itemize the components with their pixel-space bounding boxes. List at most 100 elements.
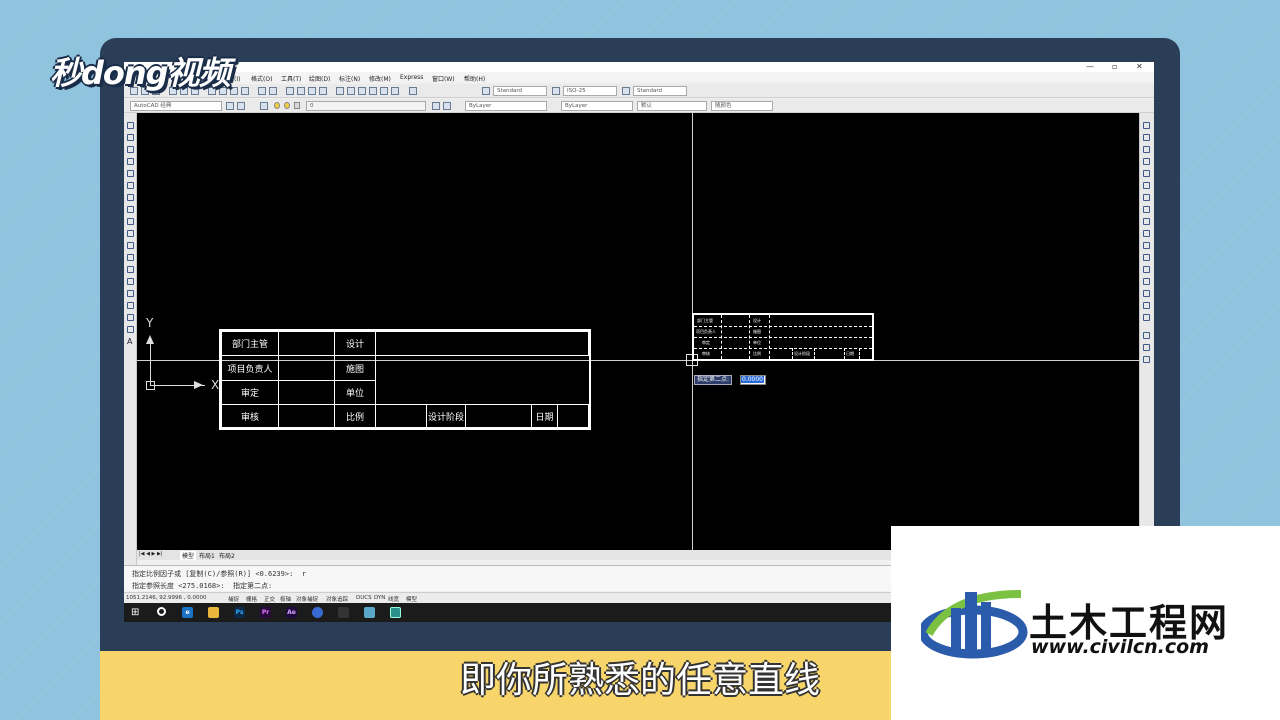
markup-icon[interactable] (380, 87, 388, 95)
drawing-canvas[interactable]: Y X 部门主管 设计 项目负责人 施图 审定 单位 审核 比例 设计阶段 日期 (137, 113, 1139, 550)
toggle-snap[interactable]: 捕捉 (228, 595, 239, 603)
toggle-ortho[interactable]: 正交 (264, 595, 275, 603)
help-icon[interactable] (409, 87, 417, 95)
polyline-icon[interactable] (127, 146, 134, 153)
dim-style-select[interactable]: ISO-25 (563, 86, 617, 96)
paste-icon[interactable] (230, 87, 238, 95)
design-center-icon[interactable] (347, 87, 355, 95)
point-icon[interactable] (127, 278, 134, 285)
lineweight-select[interactable]: 默认 (637, 101, 707, 111)
insert-block-icon[interactable] (127, 254, 134, 261)
circle-icon[interactable] (127, 194, 134, 201)
premiere-icon[interactable]: Pr (260, 607, 271, 618)
spline-icon[interactable] (127, 218, 134, 225)
make-current-layer-icon[interactable] (432, 102, 440, 110)
menu-dimension[interactable]: 标注(N) (339, 74, 360, 83)
layer-freeze-icon[interactable] (284, 102, 290, 109)
copy-object-icon[interactable] (1143, 134, 1150, 141)
extend-icon[interactable] (1143, 242, 1150, 249)
menu-draw[interactable]: 绘图(D) (309, 74, 330, 83)
file-explorer-icon[interactable] (208, 607, 219, 618)
tab-model[interactable]: 模型 (180, 551, 197, 560)
toggle-model[interactable]: 模型 (406, 595, 417, 603)
arc-icon[interactable] (127, 182, 134, 189)
break-icon[interactable] (1143, 266, 1150, 273)
tab-layout1[interactable]: 布局1 (199, 551, 215, 560)
dynamic-input-field[interactable]: 0.0000 (740, 375, 766, 385)
photoshop-icon[interactable]: Ps (234, 607, 245, 618)
scale-icon[interactable] (1143, 206, 1150, 213)
hatch-icon[interactable] (127, 290, 134, 297)
minimize-icon[interactable]: — (1086, 62, 1094, 72)
browser-icon[interactable] (312, 607, 323, 618)
close-icon[interactable]: ✕ (1136, 62, 1143, 72)
maximize-icon[interactable]: ▫ (1112, 62, 1117, 72)
make-block-icon[interactable] (127, 266, 134, 273)
properties-icon[interactable] (336, 87, 344, 95)
tab-layout2[interactable]: 布局2 (219, 551, 235, 560)
polygon-icon[interactable] (127, 158, 134, 165)
menu-express[interactable]: Express (400, 74, 423, 81)
join-icon[interactable] (1143, 278, 1150, 285)
menu-tools[interactable]: 工具(T) (281, 74, 301, 83)
toggle-lineweight[interactable]: 线宽 (388, 595, 399, 603)
toggle-dyn[interactable]: DYN (374, 595, 385, 601)
toggle-otrack[interactable]: 对象追踪 (326, 595, 348, 603)
menu-format[interactable]: 格式(O) (251, 74, 272, 83)
construction-line-icon[interactable] (127, 134, 134, 141)
workspace-select[interactable]: AutoCAD 经典 (130, 101, 222, 111)
workspace-save-icon[interactable] (237, 102, 245, 110)
plot-style-select[interactable]: 随颜色 (711, 101, 773, 111)
zoom-window-icon[interactable] (308, 87, 316, 95)
notes-app-icon[interactable] (364, 607, 375, 618)
send-back-icon[interactable] (1143, 356, 1150, 363)
move-icon[interactable] (1143, 182, 1150, 189)
toggle-grid[interactable]: 栅格 (246, 595, 257, 603)
after-effects-icon[interactable]: Ae (286, 607, 297, 618)
selected-title-block[interactable]: 部门主管 设计 项目负责人 施图 审定 单位 审核 比例 设计阶段 日期 (692, 313, 874, 361)
tool-app-icon[interactable] (338, 607, 349, 618)
windows-start-icon[interactable]: ⊞ (131, 607, 139, 618)
rectangle-icon[interactable] (127, 170, 134, 177)
zoom-realtime-icon[interactable] (297, 87, 305, 95)
toggle-polar[interactable]: 极轴 (280, 595, 291, 603)
tab-nav-arrows-icon[interactable]: |◀ ◀ ▶ ▶| (139, 551, 163, 557)
layer-lock-icon[interactable] (294, 102, 300, 109)
gradient-icon[interactable] (127, 302, 134, 309)
match-properties-icon[interactable] (241, 87, 249, 95)
menu-window[interactable]: 窗口(W) (432, 74, 455, 83)
table-style-select[interactable]: Standard (633, 86, 687, 96)
menu-modify[interactable]: 修改(M) (369, 74, 391, 83)
zoom-previous-icon[interactable] (319, 87, 327, 95)
linetype-select[interactable]: ByLayer (561, 101, 633, 111)
chamfer-icon[interactable] (1143, 290, 1150, 297)
calculator-icon[interactable] (391, 87, 399, 95)
table-icon[interactable] (127, 326, 134, 333)
fillet-icon[interactable] (1143, 302, 1150, 309)
edge-icon[interactable]: e (182, 607, 193, 618)
pan-icon[interactable] (286, 87, 294, 95)
autocad-taskbar-icon[interactable] (390, 607, 401, 618)
rotate-icon[interactable] (1143, 194, 1150, 201)
layer-select[interactable]: 0 (306, 101, 426, 111)
erase-icon[interactable] (1143, 122, 1150, 129)
layer-previous-icon[interactable] (443, 102, 451, 110)
explode-icon[interactable] (1143, 314, 1150, 321)
search-icon[interactable] (157, 607, 166, 616)
layer-manager-icon[interactable] (260, 102, 268, 110)
trim-icon[interactable] (1143, 230, 1150, 237)
line-icon[interactable] (127, 122, 134, 129)
undo-icon[interactable] (258, 87, 266, 95)
mirror-icon[interactable] (1143, 146, 1150, 153)
workspace-settings-icon[interactable] (226, 102, 234, 110)
stretch-icon[interactable] (1143, 218, 1150, 225)
toggle-osnap[interactable]: 对象捕捉 (296, 595, 318, 603)
layer-on-icon[interactable] (274, 102, 280, 109)
redo-icon[interactable] (269, 87, 277, 95)
multiline-text-icon[interactable]: A (127, 337, 132, 346)
color-select[interactable]: ByLayer (465, 101, 547, 111)
tool-palettes-icon[interactable] (358, 87, 366, 95)
break-at-point-icon[interactable] (1143, 254, 1150, 261)
bring-front-icon[interactable] (1143, 344, 1150, 351)
draworder-icon[interactable] (1143, 332, 1150, 339)
